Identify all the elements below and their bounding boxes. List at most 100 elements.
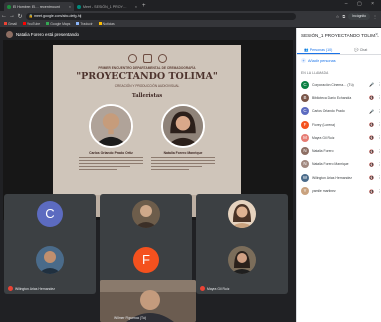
chat-icon: 💬 (354, 48, 359, 52)
participant-photo (228, 200, 256, 228)
mic-off-icon: 🔇 (369, 95, 374, 101)
avatar: M (301, 133, 309, 142)
forward-icon[interactable]: → (8, 13, 16, 19)
participant-name: Wilington Arias Hernandez (312, 175, 352, 180)
self-view-name: Wilmer Figueroa (Tú) (114, 316, 147, 320)
people-panel: SESIÓN_1 PROYECTANDO TOLIM… × 👥 Personas… (296, 28, 381, 322)
participant-tile[interactable]: Mayra Gil Ruíz (196, 240, 288, 294)
mic-off-icon: 🔇 (369, 175, 374, 181)
participant-name: Wilington Arias Hernandez (15, 286, 55, 291)
bookmarks-bar: Gmail YouTube Google Maps Traducir Notic… (0, 21, 381, 28)
participant-initial: F (133, 247, 159, 273)
menu-icon[interactable]: ⋮ (373, 14, 377, 19)
star-icon[interactable]: ☆ (336, 14, 340, 19)
mic-off-icon: 🔇 (369, 161, 374, 167)
more-options-icon[interactable]: ⋮ (377, 95, 381, 100)
participant-photo (36, 246, 64, 274)
participant-name: Biblioteca Darío Echandía (312, 95, 352, 100)
participant-name: Natalia Forero Manrique (312, 162, 349, 167)
tab-favicon-icon (77, 4, 81, 9)
list-item[interactable]: C Corporación Cinema… (Tú) 🎤 ⋮ (297, 78, 381, 91)
extensions-icon[interactable]: ⧉ (342, 14, 345, 19)
add-people-button[interactable]: + Añadir personas (301, 58, 336, 63)
browser-tab-strip: El Hombre: El… recentmount × Meet - SESI… (0, 0, 381, 11)
bookmark-item[interactable]: Gmail (4, 22, 17, 26)
youtube-icon (22, 22, 26, 25)
speaker-name: Natalia Forero Manrique (163, 151, 203, 155)
url-field[interactable]: 🔒 meet.google.com/abc-defg-hij (26, 12, 296, 20)
mic-off-icon (8, 286, 13, 291)
list-item[interactable]: N Natalia Forero Manrique 🔇 ⋮ (297, 158, 381, 171)
back-icon[interactable]: ← (0, 13, 8, 19)
speaker-photo-carlos (89, 104, 133, 148)
slide-event-line: PRIMER ENCUENTRO DEPARTAMENTAL DE CREMAD… (98, 66, 196, 70)
slide-section-title: Talleristas (131, 93, 163, 99)
avatar: N (301, 160, 309, 169)
more-options-icon[interactable]: ⋮ (377, 149, 381, 154)
participant-name: Fiorey (Lorena) (312, 122, 336, 127)
tab-title: Meet - SESIÓN_1 PROY… (83, 4, 127, 9)
window-controls[interactable]: – ▢ × (345, 1, 378, 7)
maps-icon (46, 22, 50, 25)
browser-tab-1[interactable]: El Hombre: El… recentmount × (4, 2, 74, 11)
participant-name: Carlos Orlando Prado (312, 109, 345, 114)
new-tab-button[interactable]: + (142, 2, 146, 10)
avatar: W (301, 173, 309, 182)
participant-tile[interactable]: Wilington Arias Hernandez (4, 240, 96, 294)
list-item[interactable]: F Fiorey (Lorena) 🔇 ⋮ (297, 118, 381, 131)
address-bar-row: ← → ↻ 🔒 meet.google.com/abc-defg-hij ☆ ⧉… (0, 11, 381, 21)
more-options-icon[interactable]: ⋮ (377, 135, 381, 140)
participant-initial: C (37, 201, 63, 227)
url-text: meet.google.com/abc-defg-hij (34, 13, 82, 18)
avatar: C (301, 80, 309, 89)
participant-photo (228, 246, 256, 274)
list-item[interactable]: Y yamile martinez 🔇 ⋮ (297, 184, 381, 197)
participant-name: Mayra Gil Ruíz (312, 135, 335, 140)
mic-off-icon: 🔇 (369, 135, 374, 141)
more-options-icon[interactable]: ⋮ (377, 82, 381, 87)
speaker-bio (151, 157, 215, 177)
presenter-banner: Natalia Forero está presentando (6, 31, 79, 38)
bookmark-item[interactable]: Noticias (98, 22, 115, 26)
mic-off-icon: 🔇 (369, 148, 374, 154)
mic-icon: 🎤 (369, 82, 374, 88)
reload-icon[interactable]: ↻ (16, 13, 24, 20)
tab-people[interactable]: 👥 Personas (10) (297, 46, 340, 54)
profile-button[interactable]: Incógnito (348, 12, 370, 20)
tab-chat[interactable]: 💬 Chat (340, 46, 381, 54)
participant-name: Corporación Cinema… (Tú) (312, 82, 354, 87)
avatar: B (301, 93, 309, 102)
slide-logos (53, 54, 241, 63)
avatar: N (301, 147, 309, 156)
close-panel-icon[interactable]: × (375, 32, 378, 38)
participant-list: C Corporación Cinema… (Tú) 🎤 ⋮ B Bibliot… (297, 78, 381, 198)
tab-favicon-icon (7, 4, 11, 9)
mic-off-icon: 🔇 (369, 122, 374, 128)
logo-icon (142, 54, 152, 63)
list-item[interactable]: N Natalia Forero 🔇 ⋮ (297, 144, 381, 157)
list-item[interactable]: M Mayra Gil Ruíz 🔇 ⋮ (297, 131, 381, 144)
bookmark-item[interactable]: Traducir (76, 22, 93, 26)
mic-off-icon: 🔇 (369, 188, 374, 194)
self-view-tile[interactable]: Wilmer Figueroa (Tú) (100, 280, 196, 322)
avatar: Y (301, 187, 309, 196)
browser-tab-2[interactable]: Meet - SESIÓN_1 PROY… × (74, 2, 140, 11)
presenter-text: Natalia Forero está presentando (16, 32, 79, 37)
more-options-icon[interactable]: ⋮ (377, 109, 381, 114)
meeting-stage: Natalia Forero está presentando PRIMER E… (0, 28, 296, 322)
more-options-icon[interactable]: ⋮ (377, 122, 381, 127)
more-options-icon[interactable]: ⋮ (377, 162, 381, 167)
more-options-icon[interactable]: ⋮ (377, 189, 381, 194)
more-options-icon[interactable]: ⋮ (377, 175, 381, 180)
bookmark-item[interactable]: Google Maps (46, 22, 70, 26)
participant-name: yamile martinez (312, 189, 336, 194)
bookmark-item[interactable]: YouTube (22, 22, 40, 26)
avatar: F (301, 120, 309, 129)
close-tab-icon[interactable]: × (69, 5, 71, 9)
close-tab-icon[interactable]: × (135, 5, 137, 9)
speaker-photo-natalia (161, 104, 205, 148)
list-item[interactable]: W Wilington Arias Hernandez 🔇 ⋮ (297, 171, 381, 184)
list-item[interactable]: C Carlos Orlando Prado 🎤 ⋮ (297, 105, 381, 118)
list-item[interactable]: B Biblioteca Darío Echandía 🔇 ⋮ (297, 91, 381, 104)
mic-icon: 🎤 (369, 108, 374, 114)
